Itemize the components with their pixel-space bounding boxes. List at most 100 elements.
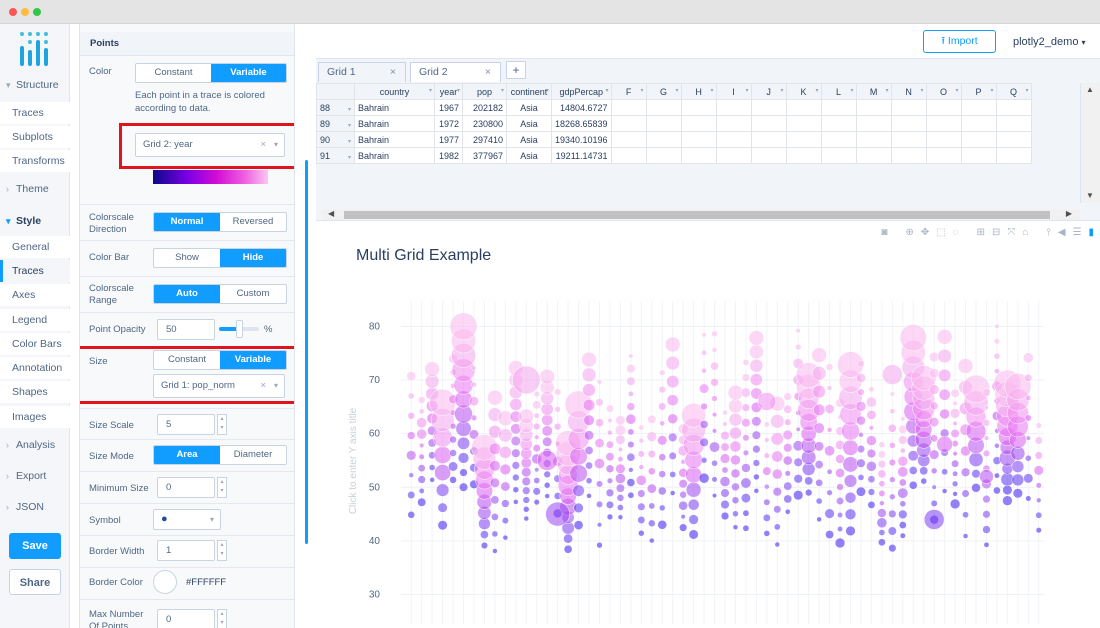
caret-down-icon[interactable]: ▾ <box>606 87 609 94</box>
nav-group-export[interactable]: › Export <box>0 465 70 487</box>
table-row[interactable]: 89 ▾ Bahrain 1972 230800 Asia 18268.65839 <box>316 115 1032 132</box>
table-cell[interactable]: 1972 <box>434 115 463 132</box>
close-icon[interactable]: × <box>390 63 396 82</box>
save-button[interactable]: Save <box>9 533 61 559</box>
table-row[interactable]: 90 ▾ Bahrain 1977 297410 Asia 19340.10196 <box>316 131 1032 148</box>
table-cell[interactable] <box>645 115 682 132</box>
share-button[interactable]: Share <box>9 569 61 595</box>
caret-down-icon[interactable]: ▾ <box>348 122 351 129</box>
column-header[interactable]: L ▾ <box>820 83 857 100</box>
column-header[interactable]: I ▾ <box>715 83 752 100</box>
table-cell[interactable] <box>610 147 647 164</box>
table-cell[interactable] <box>995 115 1032 132</box>
table-cell[interactable] <box>785 131 822 148</box>
nav-item-annotation[interactable]: Annotation <box>0 357 70 379</box>
nav-item-legend[interactable]: Legend <box>0 309 70 331</box>
colorscale-custom-option[interactable]: Custom <box>220 285 286 303</box>
table-cell[interactable]: 1982 <box>434 147 463 164</box>
table-cell[interactable]: Asia <box>506 115 552 132</box>
scroll-right-icon[interactable]: ▶ <box>1066 209 1072 218</box>
table-cell[interactable] <box>960 99 997 116</box>
nav-group-theme[interactable]: › Theme <box>0 178 70 200</box>
table-cell[interactable]: 202182 <box>462 99 507 116</box>
nav-group-analysis[interactable]: › Analysis <box>0 434 70 456</box>
zoom-in-icon[interactable]: ⊞ <box>977 227 985 239</box>
table-cell[interactable] <box>890 131 927 148</box>
pan-icon[interactable]: ✥ <box>921 227 929 239</box>
table-cell[interactable] <box>925 99 962 116</box>
table-cell[interactable] <box>750 147 787 164</box>
point-opacity-input[interactable]: 50 <box>157 319 215 340</box>
table-cell[interactable] <box>680 115 717 132</box>
table-cell[interactable] <box>610 131 647 148</box>
table-cell[interactable]: Bahrain <box>354 115 435 132</box>
column-header[interactable]: H ▾ <box>680 83 717 100</box>
table-cell[interactable] <box>855 115 892 132</box>
autoscale-icon[interactable]: ⤧ <box>1007 227 1015 239</box>
camera-icon[interactable]: ◙ <box>881 227 887 239</box>
nav-item-color-bars[interactable]: Color Bars <box>0 333 70 355</box>
nav-item-traces[interactable]: Traces <box>0 102 70 124</box>
table-cell[interactable] <box>820 99 857 116</box>
table-row[interactable]: 91 ▾ Bahrain 1982 377967 Asia 19211.14731 <box>316 147 1032 164</box>
table-cell[interactable] <box>960 131 997 148</box>
table-cell[interactable] <box>960 147 997 164</box>
scroll-left-icon[interactable]: ◀ <box>328 209 334 218</box>
caret-down-icon[interactable]: ▾ <box>348 106 351 113</box>
add-grid-button[interactable]: + <box>506 61 526 79</box>
nav-item-general[interactable]: General <box>0 236 70 258</box>
table-cell[interactable] <box>715 131 752 148</box>
table-cell[interactable] <box>715 99 752 116</box>
table-cell[interactable] <box>785 99 822 116</box>
nav-item-transforms[interactable]: Transforms <box>0 150 70 172</box>
user-menu[interactable]: plotly2_demo ▾ <box>1013 36 1086 48</box>
table-cell[interactable] <box>820 115 857 132</box>
home-icon[interactable]: ⌂ <box>1022 227 1028 239</box>
caret-down-icon[interactable]: ▾ <box>348 154 351 161</box>
spike-lines-icon[interactable]: ⫯ <box>1046 227 1050 239</box>
table-cell[interactable]: Bahrain <box>354 147 435 164</box>
minimum-size-input[interactable]: 0 <box>157 477 215 498</box>
table-cell[interactable]: Bahrain <box>354 99 435 116</box>
table-cell[interactable] <box>715 147 752 164</box>
table-cell[interactable]: 297410 <box>462 131 507 148</box>
table-cell[interactable]: 1967 <box>434 99 463 116</box>
column-header[interactable]: O ▾ <box>925 83 962 100</box>
colorscale-auto-option[interactable]: Auto <box>154 285 220 303</box>
color-bar-show-option[interactable]: Show <box>154 249 220 267</box>
table-cell[interactable] <box>855 131 892 148</box>
table-cell[interactable] <box>820 131 857 148</box>
size-scale-input[interactable]: 5 <box>157 414 215 435</box>
nav-item-shapes[interactable]: Shapes <box>0 381 70 403</box>
caret-down-icon[interactable]: ▾ <box>851 87 854 94</box>
caret-down-icon[interactable]: ▾ <box>501 87 504 94</box>
caret-down-icon[interactable]: ▾ <box>641 87 644 94</box>
max-points-input[interactable]: 0 <box>157 609 215 628</box>
caret-down-icon[interactable]: ▾ <box>991 87 994 94</box>
size-scale-stepper[interactable]: ▴ ▾ <box>217 414 227 435</box>
caret-down-icon[interactable]: ▾ <box>781 87 784 94</box>
colorscale-reversed-option[interactable]: Reversed <box>220 213 286 231</box>
table-cell[interactable] <box>890 147 927 164</box>
table-cell[interactable] <box>750 131 787 148</box>
hover-closest-icon[interactable]: ◀ <box>1058 227 1066 239</box>
size-mode-diameter-option[interactable]: Diameter <box>220 446 286 464</box>
box-select-icon[interactable]: ⬚ <box>936 227 945 239</box>
table-cell[interactable]: Bahrain <box>354 131 435 148</box>
table-cell[interactable] <box>995 147 1032 164</box>
table-cell[interactable]: 18268.65839 <box>551 115 612 132</box>
table-cell[interactable] <box>925 131 962 148</box>
table-cell[interactable] <box>820 147 857 164</box>
nav-group-structure[interactable]: ▾ Structure <box>0 74 70 96</box>
table-cell[interactable] <box>645 131 682 148</box>
table-cell[interactable] <box>680 99 717 116</box>
color-constant-option[interactable]: Constant <box>136 64 211 82</box>
table-cell[interactable] <box>750 115 787 132</box>
row-number-cell[interactable]: 88 ▾ <box>316 99 355 116</box>
column-header[interactable]: year ▾ <box>434 83 463 100</box>
grid-scroll-thumb[interactable] <box>344 211 1050 219</box>
table-cell[interactable]: 14804.6727 <box>551 99 612 116</box>
caret-down-icon[interactable]: ▾ <box>816 87 819 94</box>
column-header[interactable]: J ▾ <box>750 83 787 100</box>
table-cell[interactable] <box>925 147 962 164</box>
